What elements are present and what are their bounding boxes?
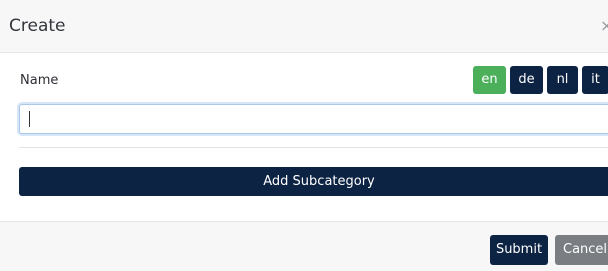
name-label: Name	[20, 73, 59, 88]
language-button-nl[interactable]: nl	[547, 66, 578, 94]
modal-header: Create ×	[0, 0, 608, 53]
name-input[interactable]	[19, 104, 608, 134]
cancel-button[interactable]: Cancel	[555, 235, 608, 265]
language-button-it[interactable]: it	[582, 66, 608, 94]
language-button-de[interactable]: de	[510, 66, 543, 94]
language-button-en[interactable]: en	[473, 66, 506, 94]
close-icon[interactable]: ×	[600, 16, 608, 36]
text-caret	[29, 111, 30, 127]
modal-title: Create	[9, 16, 66, 36]
create-modal: Create × Name en de nl it Add Subcategor…	[0, 0, 608, 271]
language-selector: en de nl it	[473, 66, 608, 94]
submit-button[interactable]: Submit	[490, 235, 548, 265]
add-subcategory-button[interactable]: Add Subcategory	[19, 167, 608, 196]
modal-footer: Submit Cancel	[0, 221, 608, 271]
divider	[19, 147, 608, 148]
